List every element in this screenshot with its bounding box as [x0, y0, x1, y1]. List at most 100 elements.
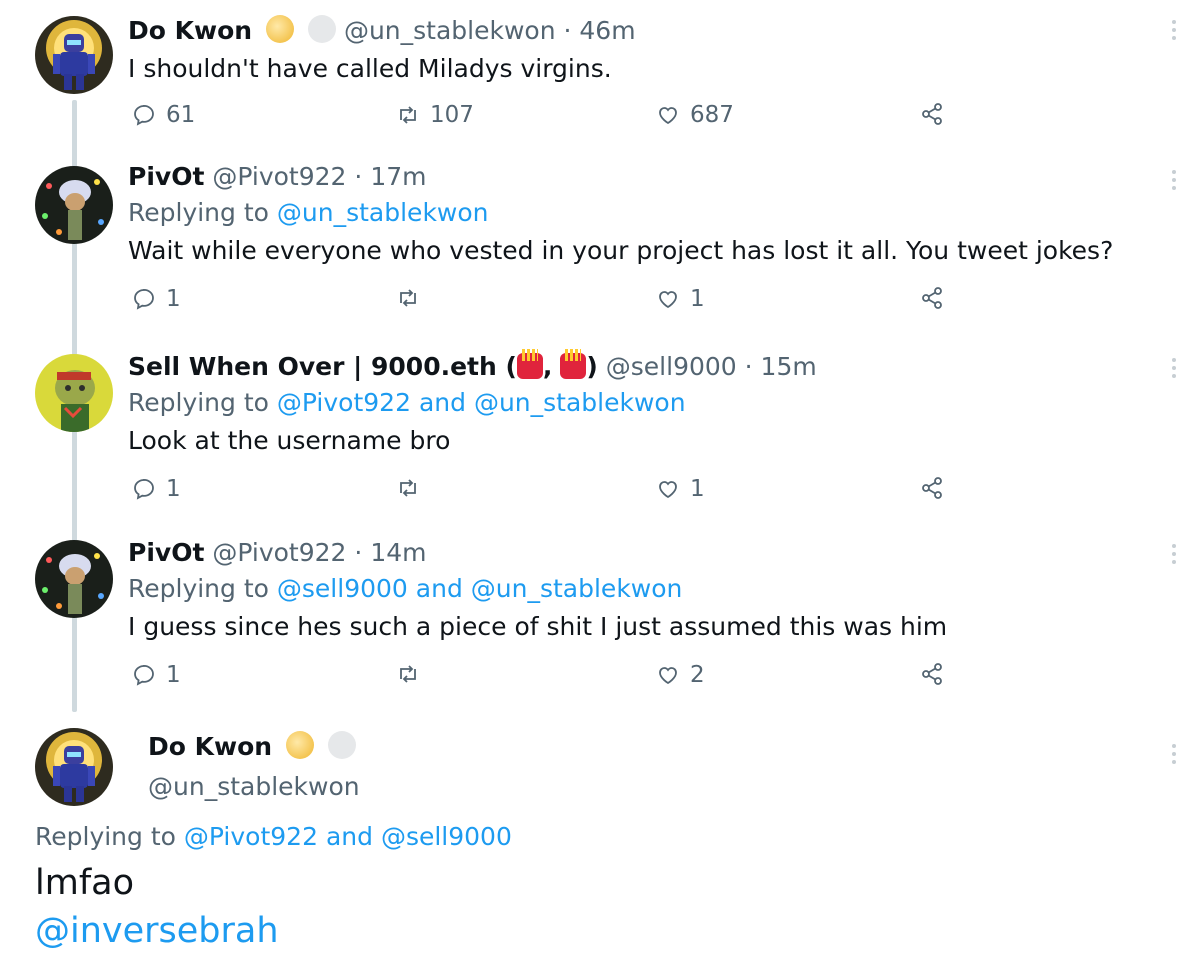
reply-button[interactable]: 1	[132, 476, 181, 502]
reply-count: 1	[166, 476, 181, 502]
handle[interactable]: @Pivot922	[212, 538, 346, 567]
timestamp[interactable]: 14m	[370, 538, 426, 567]
main-tweet-header: Do Kwon	[148, 730, 360, 764]
display-name-sep: ,	[542, 352, 553, 381]
action-bar: 1 2	[128, 662, 1160, 702]
replying-prefix: Replying to	[128, 574, 269, 603]
mention-link[interactable]: @un_stablekwon	[474, 388, 686, 417]
tweet-text: lmfao	[35, 863, 135, 903]
replying-and[interactable]: and	[416, 574, 463, 603]
tweet-text: I shouldn't have called Miladys virgins.	[128, 54, 612, 83]
mention-link[interactable]: @inversebrah	[35, 908, 279, 954]
avatar[interactable]	[35, 540, 113, 618]
retweet-icon	[400, 289, 416, 307]
mention-link[interactable]: @sell9000	[277, 574, 408, 603]
heart-icon	[659, 667, 677, 685]
heart-icon	[659, 291, 677, 309]
reply-icon	[134, 104, 154, 126]
reply-button[interactable]: 61	[132, 102, 195, 128]
retweet-count: 107	[430, 102, 474, 128]
mention-link[interactable]: @un_stablekwon	[277, 198, 489, 227]
display-name[interactable]: PivOt	[128, 162, 204, 191]
avatar[interactable]	[35, 728, 113, 806]
timestamp[interactable]: 15m	[761, 352, 817, 381]
tweet-header: PivOt @Pivot922 · 14m	[128, 536, 1160, 570]
avatar[interactable]	[35, 166, 113, 244]
timestamp[interactable]: 17m	[370, 162, 426, 191]
like-button[interactable]: 2	[656, 662, 705, 688]
display-name[interactable]: PivOt	[128, 538, 204, 567]
display-name[interactable]: Do Kwon	[128, 16, 252, 45]
reply-icon	[134, 664, 154, 686]
timestamp[interactable]: 46m	[579, 16, 635, 45]
tweet-header: Sell When Over | 9000.eth (, ) @sell9000…	[128, 349, 1160, 384]
mention-link[interactable]: @un_stablekwon	[471, 574, 683, 603]
display-name[interactable]: Do Kwon	[148, 732, 272, 761]
mention-link[interactable]: @sell9000	[381, 822, 512, 851]
tweet-header: Do Kwon @un_stablekwon · 46m	[128, 14, 1160, 48]
handle[interactable]: @Pivot922	[212, 162, 346, 191]
replying-to: Replying to @Pivot922 and @sell9000	[35, 818, 512, 856]
more-icon[interactable]	[1172, 740, 1180, 768]
display-name[interactable]: Sell When Over | 9000.eth (	[128, 352, 517, 381]
avatar[interactable]	[35, 16, 113, 94]
like-button[interactable]: 687	[656, 102, 734, 128]
mention-link[interactable]: @Pivot922	[184, 822, 318, 851]
replying-prefix: Replying to	[128, 198, 269, 227]
reply-button[interactable]: 1	[132, 662, 181, 688]
replying-prefix: Replying to	[128, 388, 269, 417]
like-count: 1	[690, 286, 705, 312]
share-button[interactable]	[920, 286, 944, 310]
more-icon[interactable]	[1172, 540, 1180, 568]
reply-icon	[134, 478, 154, 500]
reply-count: 61	[166, 102, 196, 128]
separator: ·	[354, 538, 363, 567]
reply-button[interactable]: 1	[132, 286, 181, 312]
like-count: 1	[690, 476, 705, 502]
moon-badge-icon	[286, 731, 315, 759]
share-button[interactable]	[920, 102, 944, 126]
reply-icon	[134, 288, 154, 310]
tweet-text: I guess since hes such a piece of shit I…	[128, 612, 948, 641]
like-button[interactable]: 1	[656, 476, 705, 502]
replying-prefix: Replying to	[35, 822, 176, 851]
tweet-text: Look at the username bro	[128, 426, 451, 455]
replying-to: Replying to @Pivot922 and @un_stablekwon	[128, 384, 1160, 422]
mention-link[interactable]: @Pivot922	[277, 388, 411, 417]
reply-count: 1	[166, 286, 181, 312]
retweet-button[interactable]	[396, 476, 430, 500]
replying-to: Replying to @sell9000 and @un_stablekwon	[128, 570, 1160, 608]
retweet-icon	[400, 665, 416, 683]
avatar[interactable]	[35, 354, 113, 432]
tweet-header: PivOt @Pivot922 · 17m	[128, 160, 1160, 194]
like-button[interactable]: 1	[656, 286, 705, 312]
handle[interactable]: @un_stablekwon	[344, 16, 556, 45]
handle[interactable]: @un_stablekwon	[148, 770, 360, 804]
like-count: 2	[690, 662, 705, 688]
share-icon	[922, 663, 942, 685]
tweet-text: Wait while everyone who vested in your p…	[128, 236, 1114, 265]
like-count: 687	[690, 102, 734, 128]
more-icon[interactable]	[1172, 166, 1180, 194]
retweet-icon	[400, 106, 416, 124]
share-button[interactable]	[920, 662, 944, 686]
action-bar: 61 107 687	[128, 102, 1160, 142]
replying-and[interactable]: and	[326, 822, 373, 851]
fries-icon	[560, 349, 587, 379]
separator: ·	[744, 352, 753, 381]
share-icon	[922, 477, 942, 499]
separator: ·	[354, 162, 363, 191]
action-bar: 1 1	[128, 476, 1160, 516]
action-bar: 1 1	[128, 286, 1160, 326]
retweet-button[interactable]	[396, 662, 430, 686]
retweet-button[interactable]: 107	[396, 102, 474, 128]
share-button[interactable]	[920, 476, 944, 500]
share-icon	[922, 103, 942, 125]
more-icon[interactable]	[1172, 354, 1180, 382]
replying-and[interactable]: and	[419, 388, 466, 417]
handle[interactable]: @sell9000	[606, 352, 737, 381]
retweet-button[interactable]	[396, 286, 430, 310]
more-icon[interactable]	[1172, 16, 1180, 44]
gray-badge-icon	[327, 731, 356, 759]
display-name-end: )	[586, 352, 598, 381]
